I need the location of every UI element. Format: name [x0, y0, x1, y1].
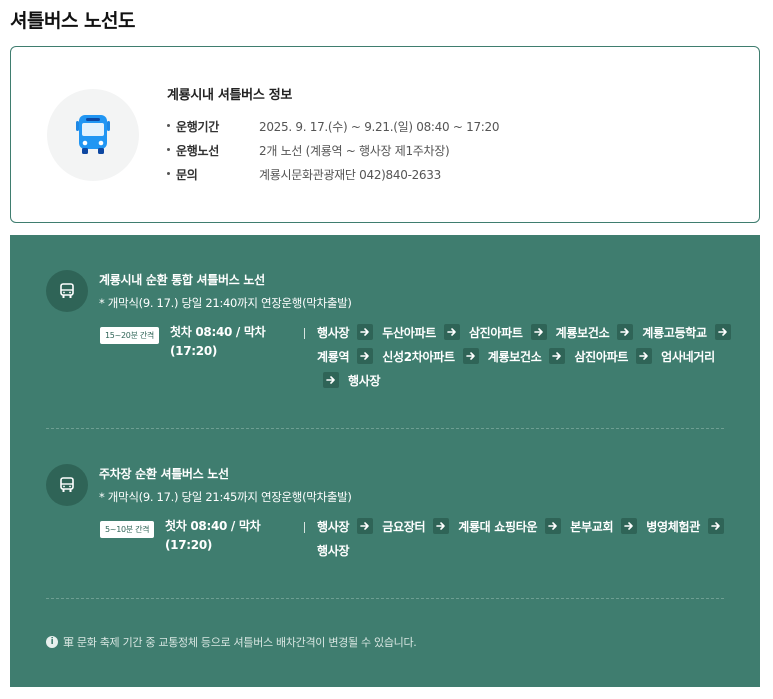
stop-name: 삼진아파트 — [468, 326, 523, 340]
route-note: * 개막식(9. 17.) 당일 21:40까지 연장운행(막차출발) — [99, 296, 352, 310]
stop-name: 계룡대 쇼핑타운 — [458, 520, 538, 534]
arrow-right-icon — [443, 323, 460, 340]
route-name: 주차장 순환 셔틀버스 노선 — [99, 467, 229, 481]
divider — [304, 328, 305, 339]
stop-name: 두산아파트 — [382, 326, 436, 340]
arrow-right-icon — [621, 517, 638, 534]
time-line: 첫차 08:40 / 막차 — [170, 325, 266, 339]
arrow-right-icon — [714, 323, 731, 340]
info-title: 계룡시내 셔틀버스 정보 — [167, 88, 293, 103]
arrow-right-icon — [433, 517, 450, 534]
bullet-dot — [167, 124, 170, 127]
arrow-right-icon — [545, 517, 562, 534]
arrow-right-icon — [636, 347, 653, 364]
footer-text: 軍 문화 축제 기간 중 교통정체 등으로 셔틀버스 배차간격이 변경될 수 있… — [63, 636, 417, 649]
stop-name: 신성2차아파트 — [382, 350, 455, 364]
stop-name: 행사장 — [317, 544, 350, 558]
arrow-right-icon — [549, 347, 566, 364]
info-label: 문의 — [176, 168, 198, 182]
bus-icon — [60, 283, 74, 298]
bus-icon — [76, 115, 110, 154]
route-panel: 계룡시내 순환 통합 셔틀버스 노선 * 개막식(9. 17.) 당일 21:4… — [10, 235, 760, 687]
interval-badge: 15~20분 간격 — [100, 327, 159, 344]
arrow-right-icon — [617, 323, 634, 340]
arrow-right-icon — [323, 371, 339, 388]
stop-name: 계룡보건소 — [487, 350, 542, 364]
stop-name: 계룡보건소 — [555, 326, 610, 340]
footer-notice: i 軍 문화 축제 기간 중 교통정체 등으로 셔틀버스 배차간격이 변경될 수 … — [46, 634, 417, 650]
route-bus-icon-badge — [46, 270, 88, 312]
stop-name: 본부교회 — [570, 520, 614, 534]
stop-list: 행사장 금요장터 계룡대 쇼핑타운 본부교회 병영체험관 행사장 — [317, 515, 747, 563]
interval-badge: 5~10분 간격 — [100, 521, 155, 538]
stop-name: 삼진아파트 — [574, 350, 629, 364]
stop-name: 병영체험관 — [646, 520, 700, 534]
service-time: 첫차 08:40 / 막차 (17:20) — [170, 323, 266, 361]
shuttle-info-card: 계룡시내 셔틀버스 정보 운행기간 2025. 9. 17.(수) ~ 9.21.… — [10, 46, 760, 223]
stop-list: 행사장 두산아파트 삼진아파트 계룡보건소 계룡고등학교 계룡역 신성2차아파트 계룡보건소 삼… — [317, 321, 747, 393]
info-value: 2개 노선 (계룡역 ~ 행사장 제1주차장) — [259, 144, 450, 158]
dashed-divider — [46, 598, 724, 599]
time-line: (17:20) — [165, 538, 213, 552]
info-icon: i — [46, 636, 58, 648]
arrow-right-icon — [530, 323, 547, 340]
arrow-right-icon — [357, 323, 374, 340]
info-label: 운행노선 — [176, 144, 219, 158]
info-row-contact: 문의 계룡시문화관광재단 042)840-2633 — [167, 166, 441, 183]
service-time: 첫차 08:40 / 막차 (17:20) — [165, 517, 261, 555]
route-bus-icon-badge — [46, 464, 88, 506]
time-line: 첫차 08:40 / 막차 — [165, 519, 261, 533]
stop-name: 계룡역 — [317, 350, 350, 364]
arrow-right-icon — [357, 517, 374, 534]
route-note: * 개막식(9. 17.) 당일 21:45까지 연장운행(막차출발) — [99, 490, 352, 504]
info-value: 2025. 9. 17.(수) ~ 9.21.(일) 08:40 ~ 17:20 — [259, 120, 500, 134]
arrow-right-icon — [462, 347, 479, 364]
page-title: 셔틀버스 노선도 — [10, 10, 135, 32]
stop-name: 엄사네거리 — [661, 350, 715, 364]
info-value: 계룡시문화관광재단 042)840-2633 — [259, 168, 441, 182]
divider — [304, 522, 305, 533]
bus-icon-container — [47, 89, 139, 181]
dashed-divider — [46, 428, 724, 429]
stop-name: 행사장 — [317, 326, 350, 340]
bus-icon — [60, 477, 74, 492]
stop-name: 금요장터 — [382, 520, 426, 534]
route-name: 계룡시내 순환 통합 셔틀버스 노선 — [99, 273, 265, 287]
arrow-right-icon — [357, 347, 374, 364]
info-label: 운행기간 — [176, 120, 219, 134]
bullet-dot — [167, 148, 170, 151]
info-row-route: 운행노선 2개 노선 (계룡역 ~ 행사장 제1주차장) — [167, 142, 450, 159]
time-line: (17:20) — [170, 344, 218, 358]
bullet-dot — [167, 172, 170, 175]
stop-name: 행사장 — [317, 520, 350, 534]
arrow-right-icon — [707, 517, 724, 534]
info-row-period: 운행기간 2025. 9. 17.(수) ~ 9.21.(일) 08:40 ~ 1… — [167, 118, 500, 135]
stop-name: 계룡고등학교 — [642, 326, 707, 340]
stop-name: 행사장 — [348, 374, 381, 388]
